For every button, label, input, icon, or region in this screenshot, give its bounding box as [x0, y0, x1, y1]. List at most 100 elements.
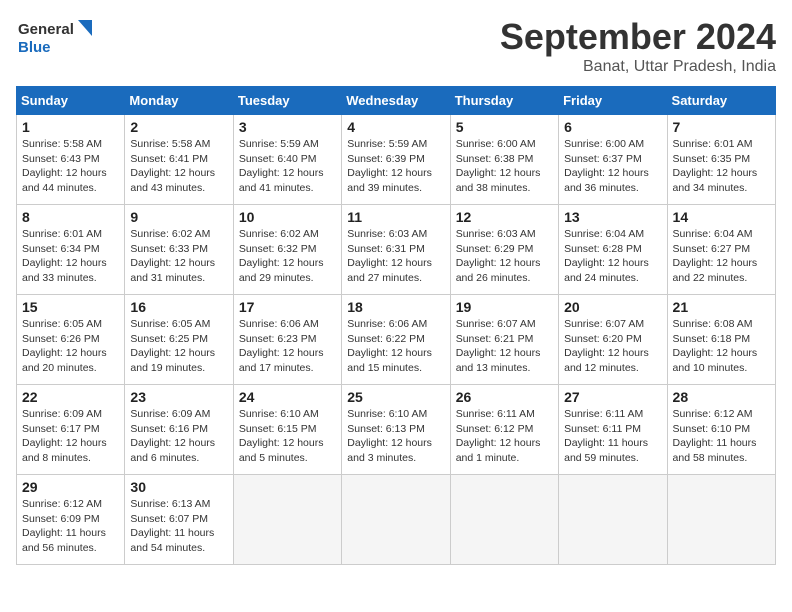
day-info: Sunrise: 6:04 AMSunset: 6:28 PMDaylight:… [564, 228, 649, 284]
day-info: Sunrise: 6:09 AMSunset: 6:16 PMDaylight:… [130, 408, 215, 464]
column-header-friday: Friday [559, 87, 667, 115]
day-info: Sunrise: 6:03 AMSunset: 6:29 PMDaylight:… [456, 228, 541, 284]
day-info: Sunrise: 6:13 AMSunset: 6:07 PMDaylight:… [130, 498, 214, 554]
day-number: 4 [347, 119, 444, 135]
day-number: 29 [22, 479, 119, 495]
calendar-cell-9: 9Sunrise: 6:02 AMSunset: 6:33 PMDaylight… [125, 205, 233, 295]
calendar-cell-4: 4Sunrise: 5:59 AMSunset: 6:39 PMDaylight… [342, 115, 450, 205]
calendar-cell-empty [342, 475, 450, 565]
calendar-cell-29: 29 Sunrise: 6:12 AMSunset: 6:09 PMDayligh… [17, 475, 125, 565]
calendar-cell-2: 2 Sunrise: 5:58 AMSunset: 6:41 PMDaylight… [125, 115, 233, 205]
day-info: Sunrise: 6:04 AMSunset: 6:27 PMDaylight:… [673, 228, 758, 284]
day-info: Sunrise: 6:03 AMSunset: 6:31 PMDaylight:… [347, 228, 432, 284]
day-info: Sunrise: 6:07 AMSunset: 6:21 PMDaylight:… [456, 318, 541, 374]
day-info: Sunrise: 6:06 AMSunset: 6:23 PMDaylight:… [239, 318, 324, 374]
day-info: Sunrise: 6:10 AMSunset: 6:15 PMDaylight:… [239, 408, 324, 464]
day-info: Sunrise: 6:07 AMSunset: 6:20 PMDaylight:… [564, 318, 649, 374]
day-number: 26 [456, 389, 553, 405]
day-info: Sunrise: 5:58 AMSunset: 6:41 PMDaylight:… [130, 138, 215, 194]
day-info: Sunrise: 6:08 AMSunset: 6:18 PMDaylight:… [673, 318, 758, 374]
calendar-cell-empty [233, 475, 341, 565]
calendar-week-3: 22Sunrise: 6:09 AMSunset: 6:17 PMDayligh… [17, 385, 776, 475]
day-number: 11 [347, 209, 444, 225]
day-number: 21 [673, 299, 770, 315]
day-number: 2 [130, 119, 227, 135]
calendar-cell-16: 16Sunrise: 6:05 AMSunset: 6:25 PMDayligh… [125, 295, 233, 385]
column-header-tuesday: Tuesday [233, 87, 341, 115]
calendar-cell-13: 13 Sunrise: 6:04 AMSunset: 6:28 PMDayligh… [559, 205, 667, 295]
day-number: 18 [347, 299, 444, 315]
calendar-cell-18: 18 Sunrise: 6:06 AMSunset: 6:22 PMDayligh… [342, 295, 450, 385]
calendar-week-1: 8 Sunrise: 6:01 AMSunset: 6:34 PMDaylight… [17, 205, 776, 295]
calendar-cell-19: 19 Sunrise: 6:07 AMSunset: 6:21 PMDayligh… [450, 295, 558, 385]
day-number: 7 [673, 119, 770, 135]
column-header-wednesday: Wednesday [342, 87, 450, 115]
day-number: 14 [673, 209, 770, 225]
month-title: September 2024 [500, 16, 776, 58]
calendar-cell-17: 17 Sunrise: 6:06 AMSunset: 6:23 PMDayligh… [233, 295, 341, 385]
day-number: 30 [130, 479, 227, 495]
day-info: Sunrise: 6:05 AMSunset: 6:26 PMDaylight:… [22, 318, 107, 374]
calendar-cell-22: 22Sunrise: 6:09 AMSunset: 6:17 PMDayligh… [17, 385, 125, 475]
svg-text:Blue: Blue [18, 39, 51, 56]
day-info: Sunrise: 6:10 AMSunset: 6:13 PMDaylight:… [347, 408, 432, 464]
calendar-table: SundayMondayTuesdayWednesdayThursdayFrid… [16, 86, 776, 565]
day-info: Sunrise: 6:09 AMSunset: 6:17 PMDaylight:… [22, 408, 107, 464]
calendar-cell-8: 8 Sunrise: 6:01 AMSunset: 6:34 PMDaylight… [17, 205, 125, 295]
title-area: September 2024 Banat, Uttar Pradesh, Ind… [500, 16, 776, 76]
day-info: Sunrise: 6:12 AMSunset: 6:09 PMDaylight:… [22, 498, 106, 554]
day-number: 3 [239, 119, 336, 135]
calendar-cell-10: 10 Sunrise: 6:02 AMSunset: 6:32 PMDayligh… [233, 205, 341, 295]
calendar-week-4: 29 Sunrise: 6:12 AMSunset: 6:09 PMDayligh… [17, 475, 776, 565]
day-number: 23 [130, 389, 227, 405]
day-number: 6 [564, 119, 661, 135]
logo: General Blue [16, 16, 96, 60]
day-number: 19 [456, 299, 553, 315]
column-header-sunday: Sunday [17, 87, 125, 115]
day-number: 27 [564, 389, 661, 405]
calendar-cell-20: 20Sunrise: 6:07 AMSunset: 6:20 PMDayligh… [559, 295, 667, 385]
calendar-week-2: 15 Sunrise: 6:05 AMSunset: 6:26 PMDayligh… [17, 295, 776, 385]
day-info: Sunrise: 6:12 AMSunset: 6:10 PMDaylight:… [673, 408, 757, 464]
day-info: Sunrise: 6:01 AMSunset: 6:34 PMDaylight:… [22, 228, 107, 284]
calendar-cell-25: 25 Sunrise: 6:10 AMSunset: 6:13 PMDayligh… [342, 385, 450, 475]
day-info: Sunrise: 6:02 AMSunset: 6:33 PMDaylight:… [130, 228, 215, 284]
calendar-cell-24: 24 Sunrise: 6:10 AMSunset: 6:15 PMDayligh… [233, 385, 341, 475]
day-number: 5 [456, 119, 553, 135]
day-info: Sunrise: 6:00 AMSunset: 6:38 PMDaylight:… [456, 138, 541, 194]
day-info: Sunrise: 6:06 AMSunset: 6:22 PMDaylight:… [347, 318, 432, 374]
day-number: 16 [130, 299, 227, 315]
logo-icon: General Blue [16, 16, 96, 60]
day-number: 8 [22, 209, 119, 225]
day-number: 25 [347, 389, 444, 405]
calendar-cell-27: 27 Sunrise: 6:11 AMSunset: 6:11 PMDayligh… [559, 385, 667, 475]
day-info: Sunrise: 6:02 AMSunset: 6:32 PMDaylight:… [239, 228, 324, 284]
calendar-cell-21: 21 Sunrise: 6:08 AMSunset: 6:18 PMDayligh… [667, 295, 775, 385]
location-subtitle: Banat, Uttar Pradesh, India [500, 58, 776, 76]
calendar-cell-empty [450, 475, 558, 565]
column-header-saturday: Saturday [667, 87, 775, 115]
day-number: 17 [239, 299, 336, 315]
svg-text:General: General [18, 21, 74, 38]
calendar-cell-11: 11 Sunrise: 6:03 AMSunset: 6:31 PMDayligh… [342, 205, 450, 295]
calendar-cell-empty [667, 475, 775, 565]
day-number: 15 [22, 299, 119, 315]
calendar-cell-26: 26 Sunrise: 6:11 AMSunset: 6:12 PMDayligh… [450, 385, 558, 475]
day-number: 10 [239, 209, 336, 225]
calendar-cell-empty [559, 475, 667, 565]
calendar-header-row: SundayMondayTuesdayWednesdayThursdayFrid… [17, 87, 776, 115]
calendar-cell-30: 30 Sunrise: 6:13 AMSunset: 6:07 PMDayligh… [125, 475, 233, 565]
day-info: Sunrise: 6:11 AMSunset: 6:12 PMDaylight:… [456, 408, 541, 464]
day-number: 12 [456, 209, 553, 225]
day-number: 24 [239, 389, 336, 405]
column-header-thursday: Thursday [450, 87, 558, 115]
day-info: Sunrise: 5:59 AMSunset: 6:40 PMDaylight:… [239, 138, 324, 194]
calendar-cell-14: 14 Sunrise: 6:04 AMSunset: 6:27 PMDayligh… [667, 205, 775, 295]
day-number: 13 [564, 209, 661, 225]
day-info: Sunrise: 6:11 AMSunset: 6:11 PMDaylight:… [564, 408, 648, 464]
day-number: 1 [22, 119, 119, 135]
calendar-cell-12: 12 Sunrise: 6:03 AMSunset: 6:29 PMDayligh… [450, 205, 558, 295]
calendar-week-0: 1Sunrise: 5:58 AMSunset: 6:43 PMDaylight… [17, 115, 776, 205]
calendar-cell-28: 28 Sunrise: 6:12 AMSunset: 6:10 PMDayligh… [667, 385, 775, 475]
day-number: 28 [673, 389, 770, 405]
